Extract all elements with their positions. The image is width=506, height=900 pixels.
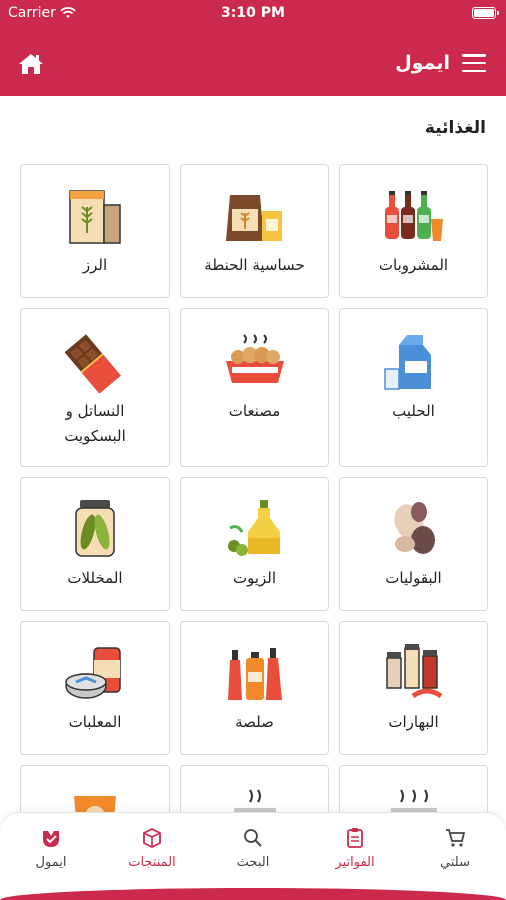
legumes-icon [393, 502, 435, 554]
category-label: الرز [82, 256, 108, 274]
nav-cart[interactable]: سلتي [415, 827, 495, 870]
rice-icon [69, 190, 121, 244]
category-card-rice[interactable]: الرز [20, 164, 170, 298]
header-brand: ايمول [395, 52, 486, 74]
category-label: النساتل و البسكويت [64, 402, 126, 445]
box-icon [143, 827, 161, 849]
category-card-canned[interactable]: المعلبات [20, 621, 170, 755]
section-title: الغذائية [424, 118, 486, 138]
category-label: الزيوت [232, 569, 277, 587]
milk-icon [383, 335, 431, 390]
category-card-chocolate[interactable]: النساتل و البسكويت [20, 308, 170, 467]
bottom-nav: سلتي الفواتير البحث المنتجات ايمول [0, 812, 506, 900]
wheat-allergy-icon [225, 195, 282, 241]
category-label: المعلبات [68, 713, 122, 731]
nav-products-label: المنتجات [128, 855, 176, 870]
category-card-milk[interactable]: الحليب [339, 308, 488, 467]
search-icon [244, 829, 262, 847]
drinks-icon [384, 191, 443, 241]
home-button[interactable] [18, 52, 46, 76]
category-label: البقوليات [385, 569, 442, 587]
category-card-oil[interactable]: الزيوت [180, 477, 329, 611]
app-title: ايمول [395, 52, 450, 74]
category-card-processed[interactable]: مصنعات [180, 308, 329, 467]
invoice-icon [347, 828, 363, 848]
spices-icon [385, 644, 442, 699]
brand-logo-icon [43, 831, 59, 847]
nav-cart-label: سلتي [440, 855, 470, 870]
nav-products[interactable]: المنتجات [112, 827, 192, 870]
category-card-sauce[interactable]: صلصة [180, 621, 329, 755]
status-bar: Carrier 3:10 PM [0, 0, 506, 28]
category-label: المشروبات [378, 256, 449, 274]
chocolate-icon [64, 334, 121, 394]
category-card-drinks[interactable]: المشروبات [339, 164, 488, 298]
battery-icon [472, 7, 499, 19]
home-icon [19, 54, 43, 74]
processed-food-icon [225, 334, 284, 383]
category-card-legumes[interactable]: البقوليات [339, 477, 488, 611]
bottom-accent-bar [0, 888, 506, 900]
sauce-icon [227, 648, 282, 700]
nav-search-label: البحث [236, 855, 270, 870]
nav-invoices[interactable]: الفواتير [315, 827, 395, 870]
pickles-icon [75, 500, 115, 557]
category-label: الحليب [392, 402, 435, 420]
nav-brand[interactable]: ايمول [11, 827, 91, 870]
category-card-pickles[interactable]: المخللات [20, 477, 170, 611]
category-label: المخللات [67, 569, 123, 587]
menu-icon[interactable] [462, 54, 486, 72]
category-label: صلصة [235, 713, 274, 731]
cart-icon [446, 829, 466, 847]
category-label: مصنعات [228, 402, 281, 420]
canned-food-icon [65, 647, 121, 699]
status-time: 3:10 PM [221, 5, 285, 21]
nav-brand-label: ايمول [35, 855, 67, 870]
oil-icon [227, 500, 280, 556]
category-card-wheat-allergy[interactable]: حساسية الحنطة [180, 164, 329, 298]
category-label: البهارات [388, 713, 439, 731]
category-label: حساسية الحنطة [204, 256, 305, 274]
nav-invoices-label: الفواتير [335, 855, 375, 870]
category-card-spices[interactable]: البهارات [339, 621, 488, 755]
nav-search[interactable]: البحث [213, 827, 293, 870]
app-header: ايمول [0, 28, 506, 96]
